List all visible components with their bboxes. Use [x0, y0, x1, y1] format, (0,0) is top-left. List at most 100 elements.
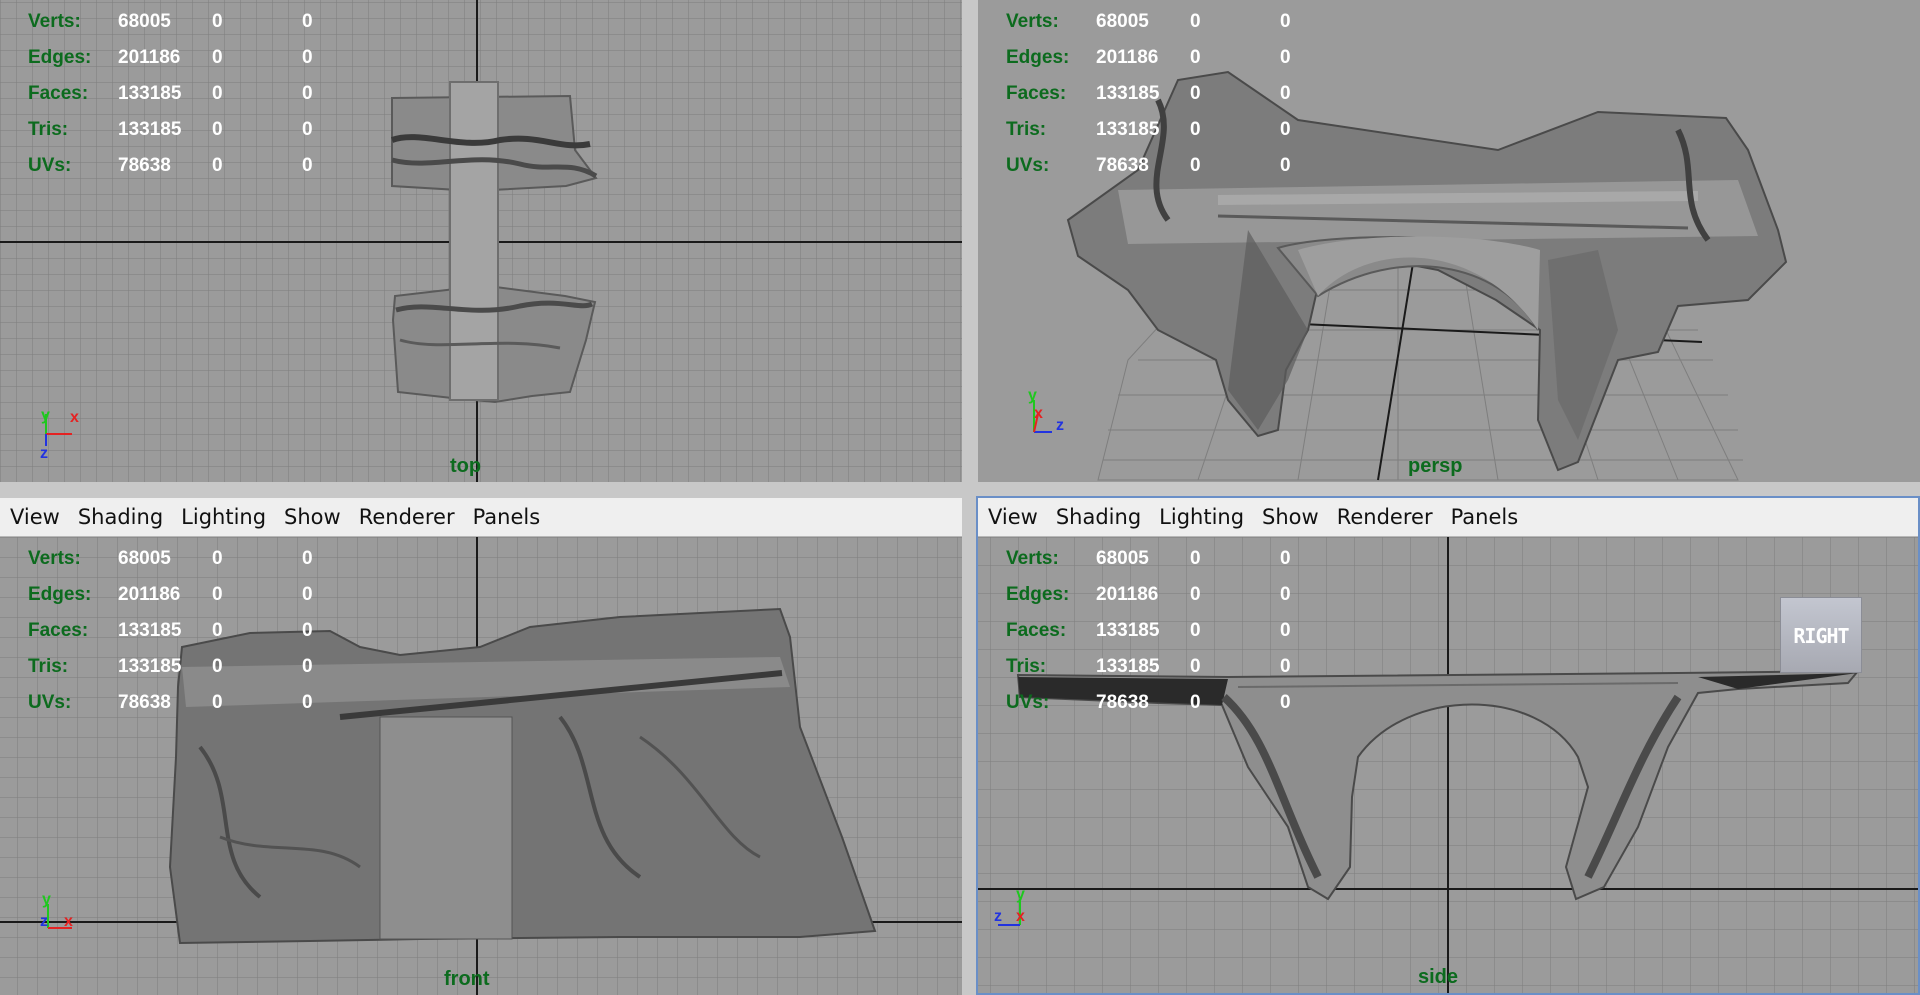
hud-row: Faces: 133185 0 0 — [28, 76, 362, 112]
hud-value: 78638 — [118, 155, 171, 176]
menu-shading[interactable]: Shading — [78, 505, 163, 529]
hud-comp: 0 — [1280, 119, 1291, 140]
viewport-panel-persp[interactable]: Verts: 68005 0 0 Edges: 201186 0 0 Faces: 133185 0… — [978, 0, 1920, 482]
hud-sel: 0 — [1190, 155, 1201, 176]
panel-menu-bar: View Shading Lighting Show Renderer Pane… — [0, 498, 962, 537]
camera-label: top — [450, 455, 482, 477]
hud-comp: 0 — [1280, 620, 1291, 641]
hud-comp: 0 — [302, 155, 313, 176]
menu-view[interactable]: View — [988, 505, 1038, 529]
hud-label: Edges: — [28, 584, 92, 605]
hud-comp: 0 — [1280, 548, 1291, 569]
axis-label-3: z — [40, 445, 48, 462]
hud-comp: 0 — [302, 119, 313, 140]
hud-sel: 0 — [212, 47, 223, 68]
hud-sel: 0 — [212, 620, 223, 641]
axis-indicator: y z x — [992, 886, 1052, 947]
hud-sel: 0 — [1190, 119, 1201, 140]
viewport-side[interactable]: RIGHT Verts: 68005 0 0 Edges: 201186 0 0 Faces: 1… — [978, 537, 1918, 993]
hud-sel: 0 — [212, 11, 223, 32]
menu-renderer[interactable]: Renderer — [359, 505, 455, 529]
poly-count-hud: Verts: 68005 0 0 Edges: 201186 0 0 Faces: 133185 0… — [1006, 4, 1340, 184]
hud-label: UVs: — [28, 155, 72, 176]
hud-row: UVs: 78638 0 0 — [28, 685, 362, 721]
hud-row: Edges: 201186 0 0 — [28, 40, 362, 76]
hud-value: 133185 — [1096, 620, 1160, 641]
hud-comp: 0 — [1280, 47, 1291, 68]
hud-label: Verts: — [28, 548, 81, 569]
menu-show[interactable]: Show — [1262, 505, 1319, 529]
hud-label: Verts: — [1006, 548, 1059, 569]
hud-value: 68005 — [1096, 548, 1149, 569]
hud-sel: 0 — [1190, 656, 1201, 677]
menu-panels[interactable]: Panels — [1451, 505, 1519, 529]
hud-row: Tris: 133185 0 0 — [28, 112, 362, 148]
hud-row: Edges: 201186 0 0 — [1006, 577, 1340, 613]
viewport-top[interactable]: Verts: 68005 0 0 Edges: 201186 0 0 Faces: 133185 0… — [0, 0, 962, 482]
hud-value: 133185 — [118, 119, 182, 140]
hud-row: Tris: 133185 0 0 — [1006, 112, 1340, 148]
menu-shading[interactable]: Shading — [1056, 505, 1141, 529]
hud-sel: 0 — [1190, 11, 1201, 32]
menu-lighting[interactable]: Lighting — [1159, 505, 1244, 529]
panel-menu-bar: View Shading Lighting Show Renderer Pane… — [978, 498, 1918, 537]
axis-label-2: z — [40, 913, 48, 930]
hud-comp: 0 — [302, 620, 313, 641]
axis-label-1: y — [1028, 388, 1037, 404]
menu-lighting[interactable]: Lighting — [181, 505, 266, 529]
hud-value: 133185 — [118, 656, 182, 677]
viewport-persp[interactable]: Verts: 68005 0 0 Edges: 201186 0 0 Faces: 133185 0… — [978, 0, 1920, 482]
hud-label: Tris: — [1006, 656, 1047, 677]
menu-panels[interactable]: Panels — [473, 505, 541, 529]
hud-sel: 0 — [1190, 47, 1201, 68]
hud-label: Edges: — [28, 47, 92, 68]
hud-comp: 0 — [1280, 11, 1291, 32]
camera-label: front — [444, 968, 490, 990]
hud-comp: 0 — [302, 548, 313, 569]
hud-row: Faces: 133185 0 0 — [1006, 76, 1340, 112]
hud-value: 78638 — [118, 692, 171, 713]
menu-view[interactable]: View — [10, 505, 60, 529]
hud-label: Faces: — [28, 620, 89, 641]
hud-row: Verts: 68005 0 0 — [28, 541, 362, 577]
hud-label: Faces: — [1006, 83, 1067, 104]
hud-label: Edges: — [1006, 47, 1070, 68]
poly-count-hud: Verts: 68005 0 0 Edges: 201186 0 0 Faces: 133185 0… — [28, 541, 362, 721]
hud-sel: 0 — [212, 656, 223, 677]
viewport-front[interactable]: Verts: 68005 0 0 Edges: 201186 0 0 Faces: 133185 0… — [0, 537, 962, 995]
hud-label: UVs: — [28, 692, 72, 713]
hud-value: 201186 — [1096, 584, 1159, 605]
axis-label-3: z — [1056, 417, 1064, 434]
hud-label: Tris: — [1006, 119, 1047, 140]
axis-indicator: y x z — [1022, 387, 1082, 448]
axis-indicator: y x z — [36, 406, 96, 466]
hud-comp: 0 — [1280, 83, 1291, 104]
hud-value: 78638 — [1096, 692, 1149, 713]
axis-label-2: x — [1034, 405, 1043, 422]
hud-value: 133185 — [118, 83, 182, 104]
hud-value: 78638 — [1096, 155, 1149, 176]
hud-sel: 0 — [212, 119, 223, 140]
hud-label: Faces: — [1006, 620, 1067, 641]
hud-sel: 0 — [1190, 620, 1201, 641]
axis-indicator: y z x — [36, 891, 96, 952]
view-cube[interactable]: RIGHT — [1780, 597, 1862, 673]
menu-show[interactable]: Show — [284, 505, 341, 529]
hud-sel: 0 — [1190, 692, 1201, 713]
axis-label-2: z — [994, 908, 1002, 925]
axis-label-3: x — [64, 913, 73, 930]
viewport-panel-side[interactable]: View Shading Lighting Show Renderer Pane… — [976, 496, 1920, 995]
hud-sel: 0 — [1190, 548, 1201, 569]
hud-comp: 0 — [302, 584, 313, 605]
viewport-panel-top[interactable]: Verts: 68005 0 0 Edges: 201186 0 0 Faces: 133185 0… — [0, 0, 962, 482]
camera-label: side — [1418, 966, 1459, 988]
axis-label-1: y — [42, 892, 51, 908]
hud-label: Edges: — [1006, 584, 1070, 605]
hud-row: UVs: 78638 0 0 — [28, 148, 362, 184]
hud-comp: 0 — [1280, 692, 1291, 713]
hud-comp: 0 — [302, 83, 313, 104]
menu-renderer[interactable]: Renderer — [1337, 505, 1433, 529]
hud-value: 68005 — [118, 11, 171, 32]
viewport-panel-front[interactable]: View Shading Lighting Show Renderer Pane… — [0, 498, 962, 995]
hud-row: Tris: 133185 0 0 — [28, 649, 362, 685]
